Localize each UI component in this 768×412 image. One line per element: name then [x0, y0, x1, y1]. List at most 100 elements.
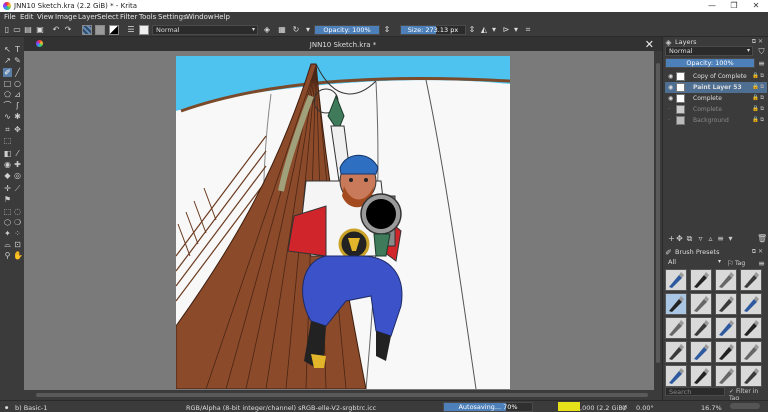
brush-preset-icon[interactable]: [715, 269, 737, 291]
zoom-label[interactable]: 16.7%: [701, 404, 722, 412]
brush-preset-icon[interactable]: [665, 269, 687, 291]
size-slider[interactable]: Size: 273.13 px: [400, 25, 466, 35]
gradient-swatch[interactable]: [82, 25, 92, 35]
open-folder-icon[interactable]: ▤: [24, 26, 32, 34]
blend-mode-select[interactable]: Normal ▾: [152, 25, 258, 35]
menu-help[interactable]: Help: [214, 13, 230, 21]
dynamic-brush-icon[interactable]: ∿: [3, 112, 12, 121]
brush-preset-icon[interactable]: [139, 25, 149, 35]
current-brush-label[interactable]: b) Basic-1: [15, 404, 47, 412]
close-window-button[interactable]: ✕: [746, 1, 766, 11]
brush-preset-icon[interactable]: [690, 317, 712, 339]
dropdown-arrow-icon[interactable]: ▾: [512, 26, 520, 34]
brush-preset-icon[interactable]: [740, 365, 762, 387]
delete-layer-icon[interactable]: 🗑: [757, 234, 767, 243]
brush-settings-icon[interactable]: ☰: [127, 26, 135, 34]
similar-select-icon[interactable]: ⁘: [13, 229, 22, 238]
zoom-slider[interactable]: [730, 403, 760, 409]
menu-select[interactable]: Select: [97, 13, 119, 21]
menu-layer[interactable]: Layer: [78, 13, 98, 21]
rotation-label[interactable]: 0.00°: [636, 404, 654, 412]
eraser-mode-icon[interactable]: ◈: [263, 26, 271, 34]
copy-layer-icon[interactable]: ⧉: [685, 234, 694, 243]
multibrush-icon[interactable]: ✱: [13, 112, 22, 121]
smart-patch-icon[interactable]: ✚: [13, 160, 22, 169]
freehand-path-icon[interactable]: ʃ: [13, 101, 22, 110]
calligraphy-icon[interactable]: ✎: [13, 56, 22, 65]
brush-preset-icon[interactable]: [690, 293, 712, 315]
brush-preset-icon[interactable]: [740, 341, 762, 363]
brush-preset-icon[interactable]: [740, 269, 762, 291]
edit-shapes-icon[interactable]: ↗: [3, 56, 12, 65]
crop-tool-icon[interactable]: ⌗: [3, 125, 12, 134]
menu-icon[interactable]: ≡: [757, 59, 766, 68]
layer-lock-icons[interactable]: 🔒⧉: [752, 106, 765, 113]
brush-preset-icon[interactable]: [715, 293, 737, 315]
colorize-mask-icon[interactable]: ◉: [3, 160, 12, 169]
layer-properties-icon[interactable]: ≡: [716, 234, 725, 243]
freehand-brush-icon[interactable]: ✐: [3, 68, 12, 77]
brush-preset-icon[interactable]: [690, 269, 712, 291]
preserve-alpha-icon[interactable]: ▦: [278, 26, 286, 34]
mirror-horizontal-icon[interactable]: ◭: [480, 26, 488, 34]
transform-tool-icon[interactable]: ⬚: [3, 136, 12, 145]
move-tool-icon[interactable]: ✥: [13, 125, 22, 134]
pan-tool-icon[interactable]: ✋: [13, 251, 23, 260]
layer-lock-icons[interactable]: 🔒⧉: [752, 73, 765, 80]
color-picker-icon[interactable]: ⁄: [13, 149, 22, 158]
menu-icon[interactable]: ≡: [757, 259, 766, 268]
fill-tool-icon[interactable]: ◆: [3, 171, 12, 180]
select-shapes-icon[interactable]: ↖: [3, 45, 12, 54]
fg-bg-color-icon[interactable]: [109, 25, 119, 35]
brush-preset-icon[interactable]: [665, 341, 687, 363]
opacity-slider[interactable]: Opacity: 100%: [314, 25, 380, 35]
brush-preset-icon[interactable]: [740, 317, 762, 339]
rotation-reset-icon[interactable]: ↺: [622, 404, 627, 412]
assistant-tool-icon[interactable]: ✛: [3, 184, 12, 193]
brush-search-input[interactable]: Search: [665, 387, 725, 396]
dropdown-arrow-icon[interactable]: ▾: [304, 26, 312, 34]
menu-window[interactable]: Window: [186, 13, 214, 21]
brush-preset-icon[interactable]: [665, 317, 687, 339]
rect-select-icon[interactable]: ⬚: [3, 207, 12, 216]
undo-icon[interactable]: ↶: [52, 26, 60, 34]
brush-preset-icon[interactable]: [715, 341, 737, 363]
scroll-thumb[interactable]: [656, 63, 660, 363]
dropdown-arrow-icon[interactable]: ▾: [726, 234, 735, 243]
opacity-stepper-icon[interactable]: ⇕: [383, 26, 391, 34]
menu-view[interactable]: View: [37, 13, 54, 21]
reference-tool-icon[interactable]: ⚑: [3, 195, 12, 204]
layer-row[interactable]: · Complete 🔒⧉: [665, 104, 767, 115]
layer-row[interactable]: · Background 🔒⧉: [665, 115, 767, 126]
gradient-tool-icon[interactable]: ◧: [3, 149, 12, 158]
brush-preset-icon[interactable]: [665, 293, 687, 315]
duplicate-layer-icon[interactable]: ✥: [675, 234, 684, 243]
artwork-canvas[interactable]: [176, 56, 510, 389]
scroll-thumb[interactable]: [36, 393, 648, 397]
brush-preset-icon[interactable]: [740, 293, 762, 315]
filter-icon[interactable]: ⛉: [757, 47, 766, 56]
visibility-icon[interactable]: ◉: [668, 73, 673, 80]
hidden-icon[interactable]: ·: [668, 117, 670, 124]
text-tool-icon[interactable]: T: [13, 45, 22, 54]
close-document-button[interactable]: ✕: [645, 38, 654, 51]
menu-tools[interactable]: Tools: [139, 13, 156, 21]
ellipse-tool-icon[interactable]: ○: [13, 79, 22, 88]
layer-lock-icons[interactable]: 🔒⧉: [752, 117, 765, 124]
layer-row-selected[interactable]: ◉ Paint Layer 53 🔒⧉: [665, 82, 767, 93]
new-file-icon[interactable]: ▭: [13, 26, 21, 34]
menu-settings[interactable]: Settings: [158, 13, 187, 21]
layer-blend-mode-select[interactable]: Normal ▾: [665, 46, 753, 56]
wrap-around-icon[interactable]: ⌗: [524, 26, 532, 34]
ellipse-select-icon[interactable]: ◌: [13, 207, 22, 216]
polygon-select-icon[interactable]: ⬡: [3, 218, 12, 227]
menu-edit[interactable]: Edit: [20, 13, 34, 21]
bezier-select-icon[interactable]: ⌓: [3, 240, 12, 249]
magnetic-select-icon[interactable]: ⊡: [13, 240, 22, 249]
minimize-button[interactable]: —: [702, 1, 722, 11]
freehand-select-icon[interactable]: ❍: [13, 218, 22, 227]
layer-lock-icons[interactable]: 🔒⧉: [752, 84, 765, 91]
polyline-tool-icon[interactable]: ⊿: [13, 90, 22, 99]
polygon-tool-icon[interactable]: ⬠: [3, 90, 12, 99]
menu-file[interactable]: File: [4, 13, 16, 21]
